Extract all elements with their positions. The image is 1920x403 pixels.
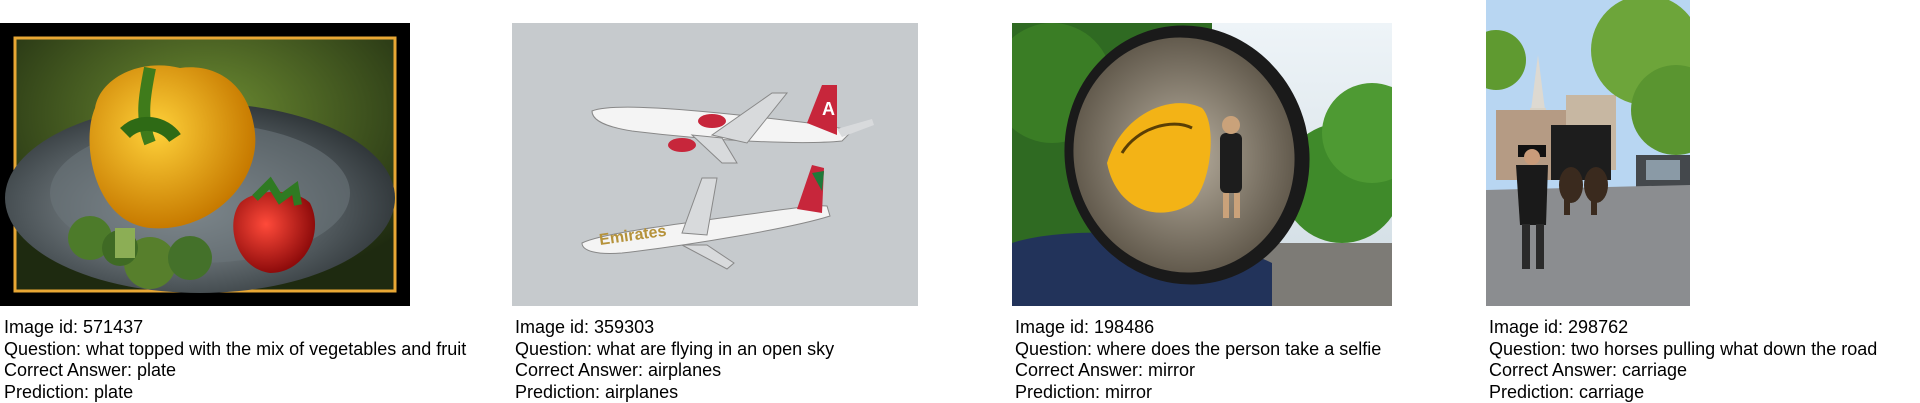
prediction-label: Prediction: airplanes <box>515 382 834 403</box>
prediction-label: Prediction: plate <box>4 382 466 403</box>
image-id-label: Image id: 298762 <box>1489 317 1877 339</box>
prediction-label: Prediction: carriage <box>1489 382 1877 403</box>
plate-photo <box>0 23 410 306</box>
result-caption: Image id: 298762 Question: two horses pu… <box>1489 317 1877 403</box>
carriage-photo <box>1486 0 1690 306</box>
question-label: Question: what topped with the mix of ve… <box>4 339 466 361</box>
correct-answer-label: Correct Answer: plate <box>4 360 466 382</box>
correct-answer-label: Correct Answer: airplanes <box>515 360 834 382</box>
question-label: Question: two horses pulling what down t… <box>1489 339 1877 361</box>
image-id-label: Image id: 359303 <box>515 317 834 339</box>
tail-mark-text: A <box>822 99 835 119</box>
correct-answer-label: Correct Answer: carriage <box>1489 360 1877 382</box>
prediction-label: Prediction: mirror <box>1015 382 1381 403</box>
image-id-label: Image id: 571437 <box>4 317 466 339</box>
result-caption: Image id: 198486 Question: where does th… <box>1015 317 1381 403</box>
correct-answer-label: Correct Answer: mirror <box>1015 360 1381 382</box>
mirror-photo <box>1012 23 1392 306</box>
airplanes-photo: A Emirates <box>512 23 918 306</box>
question-label: Question: where does the person take a s… <box>1015 339 1381 361</box>
result-caption: Image id: 359303 Question: what are flyi… <box>515 317 834 403</box>
image-id-label: Image id: 198486 <box>1015 317 1381 339</box>
result-caption: Image id: 571437 Question: what topped w… <box>4 317 466 403</box>
question-label: Question: what are flying in an open sky <box>515 339 834 361</box>
